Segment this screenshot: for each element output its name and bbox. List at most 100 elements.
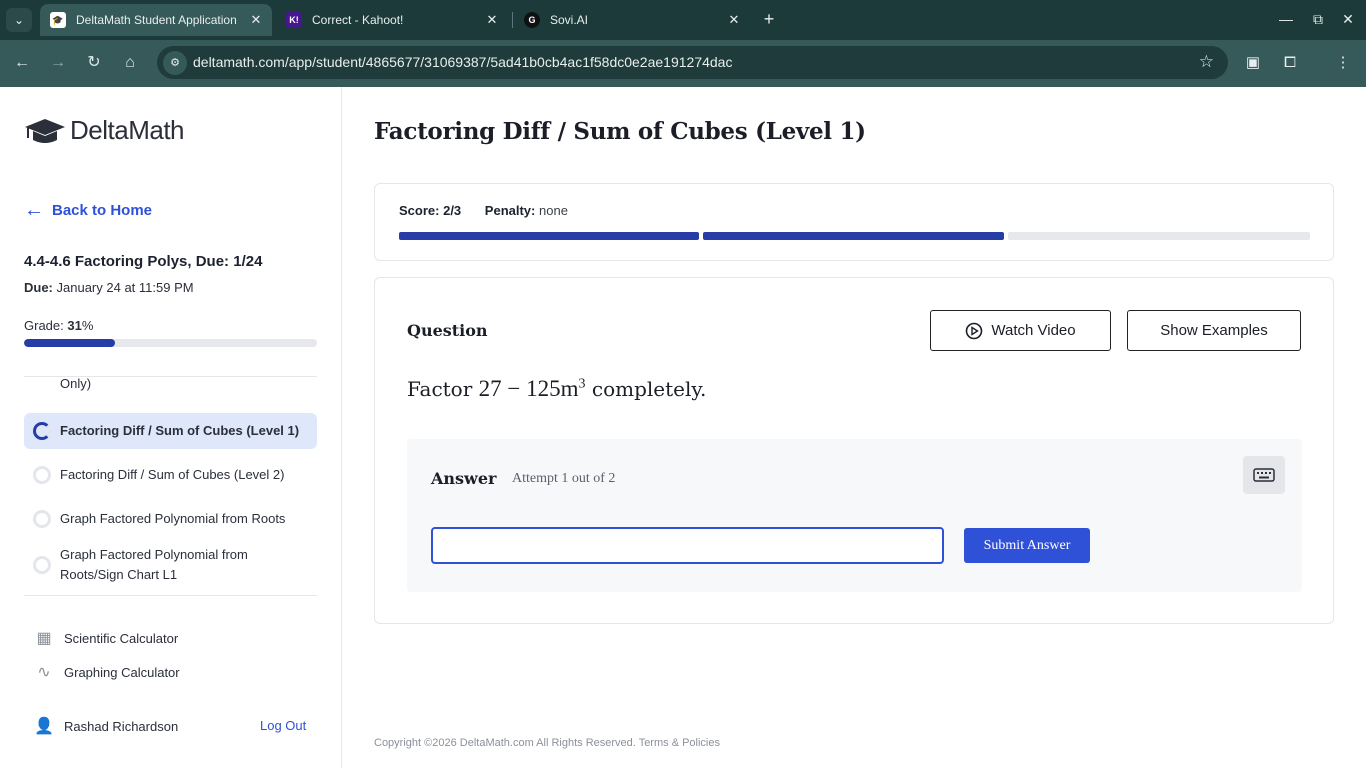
progress-ring-icon: [33, 510, 51, 528]
score-label: Score:: [399, 203, 440, 218]
extensions-icon[interactable]: ⧠: [1278, 51, 1302, 75]
skill-list: Only) Factoring Diff / Sum of Cubes (Lev…: [24, 376, 317, 596]
tab-search-button[interactable]: ⌄: [6, 8, 32, 32]
score-line: Score: 2/3 Penalty: none: [399, 203, 568, 218]
reading-mode-icon[interactable]: ▣: [1241, 51, 1265, 75]
due-value: January 24 at 11:59 PM: [56, 280, 194, 295]
tab-kahoot[interactable]: K! Correct - Kahoot! ✕: [276, 6, 508, 34]
logo-text: DeltaMath: [70, 115, 185, 145]
browser-tab-bar: ⌄ 🎓 DeltaMath Student Application ✕ K! C…: [0, 0, 1366, 40]
bookmark-star-icon[interactable]: ☆: [1199, 52, 1214, 72]
skill-label: Graph Factored Polynomial from Roots/Sig…: [60, 547, 248, 582]
sidebar: DeltaMath ← Back to Home 4.4-4.6 Factori…: [0, 87, 342, 768]
assignment-title: 4.4-4.6 Factoring Polys, Due: 1/24: [24, 253, 263, 270]
restore-icon[interactable]: ⧉: [1303, 8, 1333, 30]
answer-input[interactable]: [431, 527, 944, 564]
question-suffix: completely.: [591, 377, 707, 401]
grade-label: Grade:: [24, 318, 64, 333]
answer-label: Answer: [431, 469, 497, 488]
question-label: Question: [407, 321, 488, 340]
math-exponent: 3: [578, 376, 586, 392]
back-label: Back to Home: [52, 201, 153, 219]
attempt-counter: Attempt 1 out of 2: [512, 471, 616, 486]
url-text[interactable]: deltamath.com/app/student/4865677/310693…: [193, 54, 732, 70]
progress-segment-2: [703, 232, 1004, 240]
grade-text: Grade: 31%: [24, 318, 93, 333]
close-icon[interactable]: ✕: [724, 12, 744, 28]
window-close-icon[interactable]: ✕: [1333, 8, 1363, 30]
skill-item[interactable]: Factoring Diff / Sum of Cubes (Level 2): [24, 457, 317, 493]
submit-answer-button[interactable]: Submit Answer: [964, 528, 1090, 563]
skill-label: Graph Factored Polynomial from Roots: [60, 511, 286, 526]
watch-video-button[interactable]: Watch Video: [930, 310, 1111, 351]
due-date: Due: January 24 at 11:59 PM: [24, 280, 194, 295]
forward-arrow-icon[interactable]: →: [44, 50, 72, 76]
tab-divider: [512, 12, 513, 28]
grade-suffix: %: [81, 318, 94, 333]
skill-label: Factoring Diff / Sum of Cubes (Level 2): [60, 467, 285, 482]
kahoot-favicon-icon: K!: [286, 12, 302, 28]
reload-icon[interactable]: ↻: [80, 50, 108, 76]
tool-label: Graphing Calculator: [64, 664, 180, 680]
sovi-favicon-icon: G: [524, 12, 540, 28]
arrow-left-icon: ←: [24, 199, 44, 221]
home-icon[interactable]: ⌂: [116, 50, 144, 76]
question-prefix: Factor: [407, 377, 473, 401]
math-keyboard-button[interactable]: [1243, 456, 1285, 494]
skill-label: Factoring Diff / Sum of Cubes (Level 1): [60, 423, 300, 438]
tab-title: Correct - Kahoot!: [312, 13, 404, 27]
footer-copyright: Copyright ©2026 DeltaMath.com All Rights…: [374, 737, 720, 749]
tab-title: DeltaMath Student Application: [76, 13, 237, 27]
penalty-value: none: [539, 203, 568, 218]
score-card: Score: 2/3 Penalty: none: [374, 183, 1334, 261]
question-card: Question Watch Video Show Examples Facto…: [374, 277, 1334, 624]
address-bar[interactable]: ⚙ deltamath.com/app/student/4865677/3106…: [157, 46, 1228, 79]
graph-icon: ∿: [37, 664, 51, 681]
due-label: Due:: [24, 280, 53, 295]
browser-menu-icon[interactable]: ⋮: [1331, 51, 1355, 75]
progress-ring-icon: [33, 422, 51, 440]
page-title: Factoring Diff / Sum of Cubes (Level 1): [374, 118, 866, 145]
play-circle-icon: [966, 322, 983, 339]
show-examples-button[interactable]: Show Examples: [1127, 310, 1301, 351]
deltamath-favicon-icon: 🎓: [50, 12, 66, 28]
score-value: 2/3: [443, 203, 462, 218]
watch-video-label: Watch Video: [991, 322, 1076, 339]
logout-link[interactable]: Log Out: [260, 718, 306, 733]
user-icon: 👤: [34, 718, 54, 735]
show-examples-label: Show Examples: [1160, 322, 1268, 339]
back-arrow-icon[interactable]: ←: [8, 50, 36, 76]
skill-item-active[interactable]: Factoring Diff / Sum of Cubes (Level 1): [24, 413, 317, 449]
calculator-icon: ▦: [36, 630, 52, 647]
deltamath-logo[interactable]: DeltaMath: [24, 115, 185, 146]
tab-deltamath[interactable]: 🎓 DeltaMath Student Application ✕: [40, 4, 272, 36]
progress-segment-1: [399, 232, 699, 240]
grade-progress-bar: [24, 339, 317, 347]
site-info-icon[interactable]: ⚙: [163, 51, 187, 75]
user-info: 👤 Rashad Richardson: [34, 716, 178, 736]
scientific-calculator-link[interactable]: ▦ Scientific Calculator: [34, 628, 178, 648]
skill-label: Only): [60, 376, 92, 391]
user-name: Rashad Richardson: [64, 718, 179, 734]
tab-sovi[interactable]: G Sovi.AI ✕: [514, 6, 750, 34]
skill-item[interactable]: Only): [24, 376, 317, 397]
skill-item[interactable]: Graph Factored Polynomial from Roots/Sig…: [24, 543, 317, 587]
question-math: 27 − 125m3: [479, 376, 586, 401]
close-icon[interactable]: ✕: [246, 12, 266, 28]
progress-ring-icon: [33, 556, 51, 574]
close-icon[interactable]: ✕: [482, 12, 502, 28]
minimize-icon[interactable]: —: [1271, 8, 1301, 30]
answer-area: Answer Attempt 1 out of 2 Submit Answer: [407, 439, 1302, 592]
question-text: Factor 27 − 125m3 completely.: [407, 376, 706, 402]
graduation-cap-icon: [25, 118, 65, 143]
tool-label: Scientific Calculator: [64, 630, 179, 646]
grade-progress-fill: [24, 339, 115, 347]
grade-value: 31: [67, 318, 82, 333]
skill-item[interactable]: Graph Factored Polynomial from Roots: [24, 501, 317, 537]
math-expression: 27 − 125m: [478, 376, 579, 401]
graphing-calculator-link[interactable]: ∿ Graphing Calculator: [34, 662, 180, 682]
back-to-home-link[interactable]: ← Back to Home: [24, 199, 153, 221]
penalty-label: Penalty:: [484, 203, 536, 218]
new-tab-button[interactable]: +: [758, 8, 780, 32]
tab-title: Sovi.AI: [550, 13, 589, 27]
